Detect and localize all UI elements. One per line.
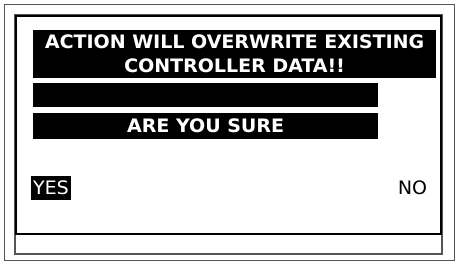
no-option[interactable]: NO bbox=[396, 176, 429, 200]
confirm-dialog: ACTION WILL OVERWRITE EXISTING CONTROLLE… bbox=[15, 15, 442, 235]
warning-line-1: ACTION WILL OVERWRITE EXISTING bbox=[44, 31, 425, 53]
blank-highlight-bar bbox=[33, 83, 378, 107]
yes-option[interactable]: YES bbox=[31, 176, 71, 200]
warning-line-2: CONTROLLER DATA!! bbox=[124, 55, 345, 77]
warning-banner: ACTION WILL OVERWRITE EXISTING CONTROLLE… bbox=[33, 30, 436, 78]
confirm-prompt: ARE YOU SURE bbox=[33, 113, 378, 139]
